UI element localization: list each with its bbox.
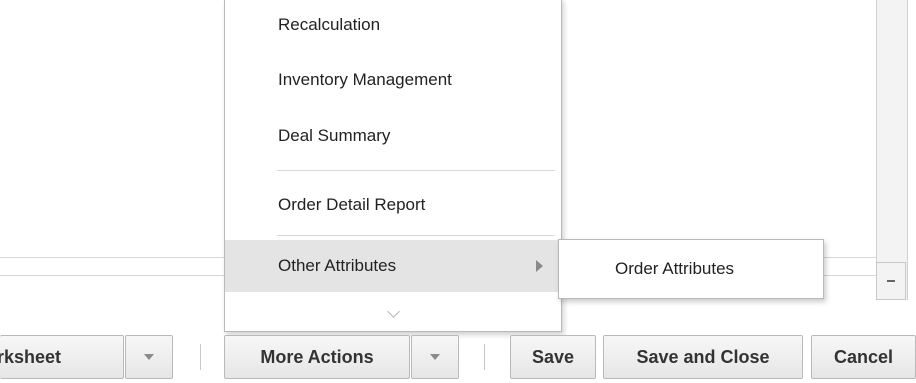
submenu-item-order-attributes[interactable]: Order Attributes [559, 240, 823, 298]
more-actions-dropdown-button[interactable] [411, 335, 459, 379]
cancel-button[interactable]: Cancel [811, 335, 916, 379]
background-divider-line-right [824, 257, 876, 258]
more-actions-button[interactable]: More Actions [224, 335, 410, 379]
worksheet-button-label: rksheet [0, 346, 62, 367]
save-and-close-button[interactable]: Save and Close [603, 335, 803, 379]
background-divider-line-right-lower [824, 275, 876, 276]
worksheet-dropdown-button[interactable] [125, 335, 173, 379]
menu-item-label: Recalculation [278, 15, 381, 34]
more-actions-button-label: More Actions [260, 346, 374, 367]
menu-item-label: Inventory Management [278, 70, 452, 89]
menu-scroll-down[interactable] [225, 297, 561, 331]
background-divider-line-lower [0, 275, 224, 276]
menu-item-label: Other Attributes [278, 256, 397, 275]
save-button[interactable]: Save [510, 335, 596, 379]
menu-item-recalculation[interactable]: Recalculation [225, 0, 561, 51]
worksheet-button[interactable]: rksheet [0, 335, 124, 379]
menu-item-label: Deal Summary [278, 126, 391, 145]
chevron-down-icon [386, 304, 400, 318]
menu-item-other-attributes[interactable]: Other Attributes [225, 240, 561, 292]
menu-item-inventory-management[interactable]: Inventory Management [225, 54, 561, 106]
submenu-item-label: Order Attributes [615, 259, 735, 278]
chevron-down-icon [144, 354, 154, 360]
menu-item-deal-summary[interactable]: Deal Summary [225, 110, 561, 162]
menu-item-order-detail-report[interactable]: Order Detail Report [225, 179, 561, 231]
toolbar-separator [484, 344, 485, 370]
background-divider-line [0, 257, 224, 258]
chevron-down-icon [430, 354, 440, 360]
menu-item-label: Order Detail Report [278, 195, 426, 214]
scroll-down-button[interactable] [876, 262, 906, 300]
other-attributes-submenu: Order Attributes [558, 239, 824, 299]
vertical-scrollbar[interactable] [876, 0, 908, 300]
cancel-button-label: Cancel [833, 346, 894, 367]
scroll-down-arrow-icon [887, 280, 895, 282]
save-button-label: Save [531, 346, 575, 367]
toolbar-separator [200, 344, 201, 370]
menu-separator [277, 235, 555, 236]
menu-separator [277, 170, 555, 171]
save-and-close-button-label: Save and Close [636, 346, 770, 367]
more-actions-menu: Recalculation Inventory Management Deal … [224, 0, 562, 332]
submenu-arrow-icon [536, 260, 543, 272]
